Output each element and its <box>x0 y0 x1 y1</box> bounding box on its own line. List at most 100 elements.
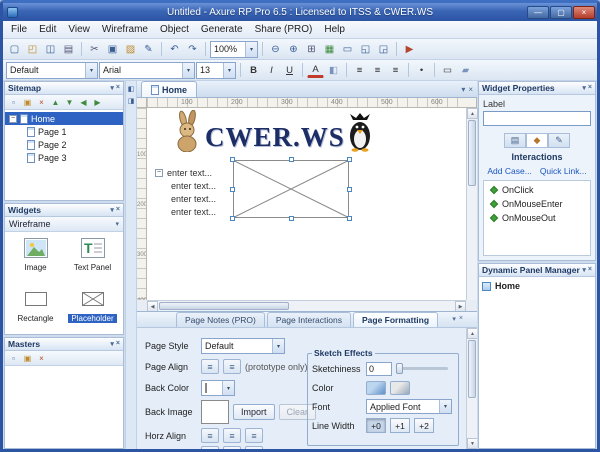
resize-handle-e[interactable] <box>347 187 352 192</box>
collapse-panel-icon[interactable]: ▾ <box>110 84 114 92</box>
menu-generate[interactable]: Generate <box>195 22 249 37</box>
collapse-panel-icon[interactable]: ▾ <box>110 206 114 214</box>
line-width-1-button[interactable]: +1 <box>390 418 410 433</box>
add-master-icon[interactable]: ▫ <box>7 352 20 365</box>
page-align-left-button[interactable]: ≡ <box>201 359 219 374</box>
add-child-page-icon[interactable]: ▣ <box>21 96 34 109</box>
vert-align-top-button[interactable]: ≡ <box>201 446 219 449</box>
chevron-down-icon[interactable]: ▾ <box>182 63 194 78</box>
delete-master-icon[interactable]: × <box>35 352 48 365</box>
bold-button[interactable]: B <box>245 62 262 79</box>
style-tab-icon[interactable]: ✎ <box>548 133 570 148</box>
sketch-grayscale-button[interactable] <box>390 381 410 395</box>
panel-toggle-icon[interactable]: ◧ <box>126 84 136 94</box>
interactions-tab-icon[interactable]: ◆ <box>526 133 548 148</box>
panel-toggle-icon[interactable]: ◨ <box>126 96 136 106</box>
open-icon[interactable]: ◰ <box>24 41 41 58</box>
close-panel-icon[interactable]: × <box>588 84 592 92</box>
sketch-color-button[interactable] <box>366 381 386 395</box>
vertical-scrollbar[interactable]: ▲ <box>466 108 477 300</box>
resize-handle-w[interactable] <box>230 187 235 192</box>
page-style-select[interactable]: Default ▾ <box>201 338 285 354</box>
menu-help[interactable]: Help <box>318 22 351 37</box>
masters-list[interactable] <box>5 366 123 448</box>
print-icon[interactable]: ▤ <box>60 41 77 58</box>
format-painter-icon[interactable]: ✎ <box>140 41 157 58</box>
resize-handle-n[interactable] <box>289 157 294 162</box>
new-icon[interactable]: ▢ <box>6 41 23 58</box>
event-onclick[interactable]: OnClick <box>484 183 590 197</box>
dynamic-panel-item-home[interactable]: Home <box>482 281 592 291</box>
resize-handle-se[interactable] <box>347 216 352 221</box>
resize-handle-s[interactable] <box>289 216 294 221</box>
quick-link-link[interactable]: Quick Link... <box>540 166 587 176</box>
sketch-font-select[interactable]: Applied Font ▾ <box>366 399 452 414</box>
collapse-panel-icon[interactable]: ▾ <box>582 84 586 92</box>
panel-scrollbar[interactable]: ▲ ▼ <box>466 328 477 449</box>
redo-icon[interactable]: ↷ <box>184 41 201 58</box>
indent-page-icon[interactable]: ▶ <box>91 96 104 109</box>
tab-home[interactable]: Home <box>141 81 197 97</box>
close-button[interactable]: × <box>573 6 595 19</box>
underline-button[interactable]: U <box>281 62 298 79</box>
align-left-button[interactable]: ≡ <box>351 62 368 79</box>
widget-category-select[interactable]: Wireframe ▾ <box>5 217 123 232</box>
border-style-button[interactable]: ▭ <box>439 62 456 79</box>
undo-icon[interactable]: ↶ <box>166 41 183 58</box>
cut-icon[interactable]: ✂ <box>86 41 103 58</box>
tab-page-formatting[interactable]: Page Formatting <box>353 312 438 327</box>
resize-handle-ne[interactable] <box>347 157 352 162</box>
minimize-button[interactable]: — <box>527 6 549 19</box>
sitemap-item-home[interactable]: − Home <box>5 112 123 125</box>
move-up-icon[interactable]: ▲ <box>49 96 62 109</box>
close-panel-icon[interactable]: × <box>116 84 120 92</box>
font-color-button[interactable]: A <box>307 62 324 78</box>
wireframe-canvas[interactable]: CWER.WS <box>147 108 466 300</box>
fill-color-button[interactable]: ◧ <box>325 62 342 79</box>
save-icon[interactable]: ◫ <box>42 41 59 58</box>
widget-rectangle[interactable]: Rectangle <box>7 285 64 335</box>
vert-align-bottom-button[interactable]: ≡ <box>245 446 263 449</box>
collapse-node-icon[interactable]: − <box>9 115 17 123</box>
add-case-link[interactable]: Add Case... <box>487 166 531 176</box>
outdent-page-icon[interactable]: ◀ <box>77 96 90 109</box>
menu-object[interactable]: Object <box>154 22 195 37</box>
collapse-panel-icon[interactable]: ▾ <box>582 266 586 274</box>
chevron-down-icon[interactable]: ▾ <box>85 63 97 78</box>
import-button[interactable]: Import <box>233 404 275 420</box>
bring-to-front-icon[interactable]: ◱ <box>357 41 374 58</box>
menu-share[interactable]: Share (PRO) <box>249 22 319 37</box>
resize-handle-nw[interactable] <box>230 157 235 162</box>
close-panel-icon[interactable]: × <box>459 315 463 323</box>
tree-widget[interactable]: − enter text... enter text... enter text… <box>155 166 216 218</box>
sitemap-item-page1[interactable]: Page 1 <box>5 125 123 138</box>
group-icon[interactable]: ▭ <box>339 41 356 58</box>
collapse-panel-icon[interactable]: ▾ <box>110 340 114 348</box>
close-panel-icon[interactable]: × <box>116 206 120 214</box>
font-size-select[interactable]: 13 ▾ <box>196 62 236 79</box>
widget-image[interactable]: Image <box>7 234 64 285</box>
sketchiness-value[interactable]: 0 <box>366 362 392 376</box>
menu-edit[interactable]: Edit <box>33 22 62 37</box>
horizontal-scrollbar[interactable]: ◀ ▶ <box>147 300 466 311</box>
generate-icon[interactable]: ▶ <box>401 41 418 58</box>
widget-placeholder[interactable]: Placeholder <box>64 285 121 335</box>
annotations-tab-icon[interactable]: ▤ <box>504 133 526 148</box>
scrollbar-thumb[interactable] <box>159 302 289 310</box>
chevron-down-icon[interactable]: ▾ <box>245 42 257 57</box>
scrollbar-thumb[interactable] <box>468 120 476 186</box>
chevron-down-icon[interactable]: ▾ <box>223 63 235 78</box>
sitemap-item-page2[interactable]: Page 2 <box>5 138 123 151</box>
send-to-back-icon[interactable]: ◲ <box>375 41 392 58</box>
sitemap-item-page3[interactable]: Page 3 <box>5 151 123 164</box>
copy-icon[interactable]: ▣ <box>104 41 121 58</box>
page-align-center-button[interactable]: ≡ <box>223 359 241 374</box>
widget-text-panel[interactable]: T Text Panel <box>64 234 121 285</box>
add-page-icon[interactable]: ▫ <box>7 96 20 109</box>
maximize-button[interactable]: ▢ <box>550 6 572 19</box>
zoom-out-icon[interactable]: ⊖ <box>267 41 284 58</box>
placeholder-widget-selected[interactable] <box>233 160 349 218</box>
delete-page-icon[interactable]: × <box>35 96 48 109</box>
sketchiness-slider[interactable] <box>396 367 448 370</box>
menu-wireframe[interactable]: Wireframe <box>96 22 154 37</box>
